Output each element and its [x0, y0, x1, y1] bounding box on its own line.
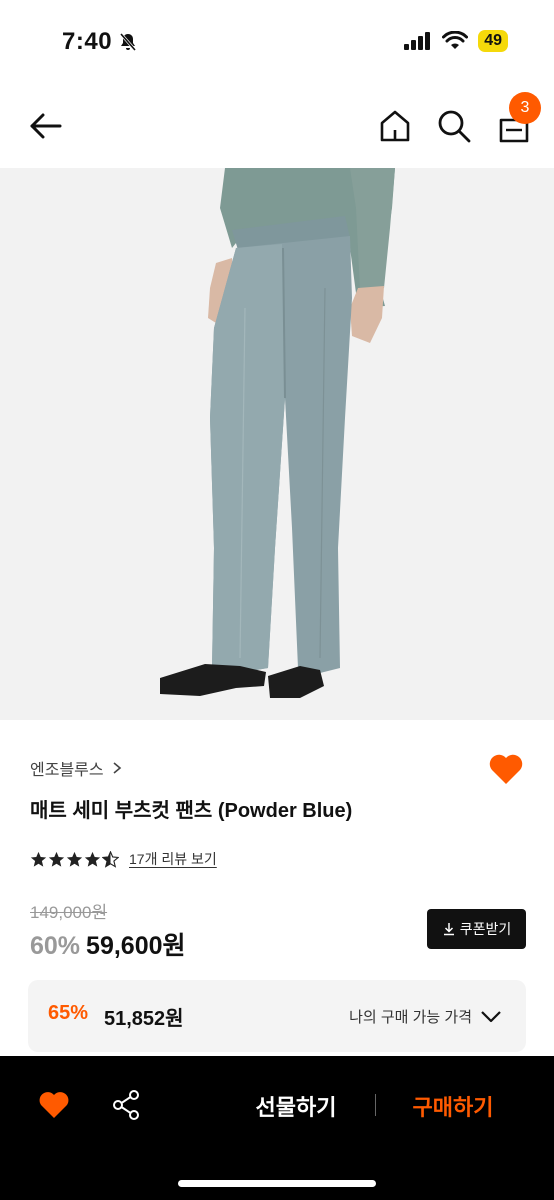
rating-row: 17개 리뷰 보기	[30, 849, 217, 869]
wifi-icon	[442, 31, 469, 49]
my-price-label: 나의 구매 가능 가격	[349, 1009, 472, 1026]
my-discount-rate: 65%	[48, 1002, 89, 1024]
home-indicator	[178, 1180, 376, 1187]
sale-price: 59,600원	[86, 932, 186, 960]
star-icon	[84, 851, 101, 867]
original-price: 149,000원	[30, 903, 108, 922]
signal-icon	[404, 32, 431, 50]
my-price: 51,852원	[104, 1008, 184, 1030]
brand-name: 엔조블루스	[30, 762, 104, 779]
heart-icon[interactable]	[488, 752, 524, 786]
product-photo	[0, 168, 554, 720]
discount-rate: 60%	[30, 932, 81, 960]
star-rating	[30, 850, 119, 868]
bell-off-icon	[119, 33, 137, 51]
bottom-action-bar: 선물하기 구매하기	[0, 1056, 554, 1200]
chevron-down-icon[interactable]	[480, 1006, 502, 1026]
divider	[375, 1094, 376, 1116]
product-title: 매트 세미 부츠컷 팬츠 (Powder Blue)	[30, 800, 353, 822]
home-icon[interactable]	[378, 108, 412, 144]
half-star-icon	[102, 850, 119, 868]
star-icon	[30, 851, 47, 867]
share-icon[interactable]	[110, 1088, 142, 1122]
coupon-label: 쿠폰받기	[459, 921, 512, 937]
status-time: 7:40	[62, 28, 138, 56]
chevron-right-icon	[113, 762, 121, 774]
gift-button[interactable]: 선물하기	[240, 1090, 352, 1122]
download-icon	[443, 923, 454, 936]
cart-count-badge: 3	[509, 92, 541, 124]
product-image[interactable]	[0, 168, 554, 720]
star-icon	[66, 851, 83, 867]
price-row: 60% 59,600원	[30, 926, 186, 962]
battery-indicator: 49	[478, 30, 508, 52]
buy-button[interactable]: 구매하기	[398, 1090, 508, 1122]
my-price-box[interactable]: 65% 51,852원 나의 구매 가능 가격	[28, 980, 526, 1052]
search-icon[interactable]	[436, 108, 472, 144]
nav-bar	[0, 84, 554, 168]
status-icons: 49	[404, 30, 508, 52]
review-link[interactable]: 17개 리뷰 보기	[129, 849, 217, 869]
status-bar: 7:40 49	[0, 0, 554, 84]
brand-link[interactable]: 엔조블루스	[30, 756, 122, 780]
coupon-button[interactable]: 쿠폰받기	[427, 909, 526, 949]
star-icon	[48, 851, 65, 867]
wishlist-heart-icon[interactable]	[38, 1090, 70, 1120]
clock: 7:40	[62, 28, 113, 55]
back-arrow-icon[interactable]	[26, 106, 66, 146]
